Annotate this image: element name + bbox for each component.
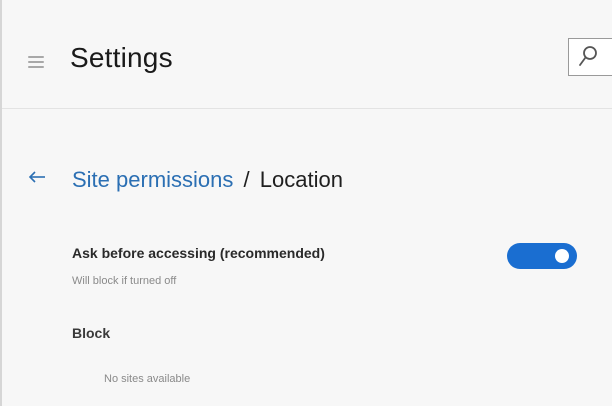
breadcrumb-separator: / — [243, 167, 250, 192]
search-icon[interactable] — [578, 45, 598, 69]
breadcrumb-site-permissions-link[interactable]: Site permissions — [72, 167, 233, 192]
page-title: Settings — [70, 42, 173, 73]
ask-before-accessing-toggle[interactable] — [507, 243, 577, 269]
ask-before-accessing-description: Will block if turned off — [72, 275, 177, 287]
breadcrumb: Site permissions / Location — [72, 165, 343, 195]
toggle-knob — [555, 249, 569, 263]
block-section-heading: Block — [72, 325, 111, 341]
ask-before-accessing-label: Ask before accessing (recommended) — [72, 245, 325, 261]
block-empty-state-text: No sites available — [104, 373, 191, 385]
settings-window: Settings Site permissions / Location Ask… — [0, 0, 612, 406]
hamburger-menu-icon[interactable] — [28, 56, 44, 68]
breadcrumb-current-page: Location — [259, 167, 343, 192]
back-arrow-icon[interactable] — [28, 170, 46, 184]
settings-header: Settings — [2, 0, 612, 109]
